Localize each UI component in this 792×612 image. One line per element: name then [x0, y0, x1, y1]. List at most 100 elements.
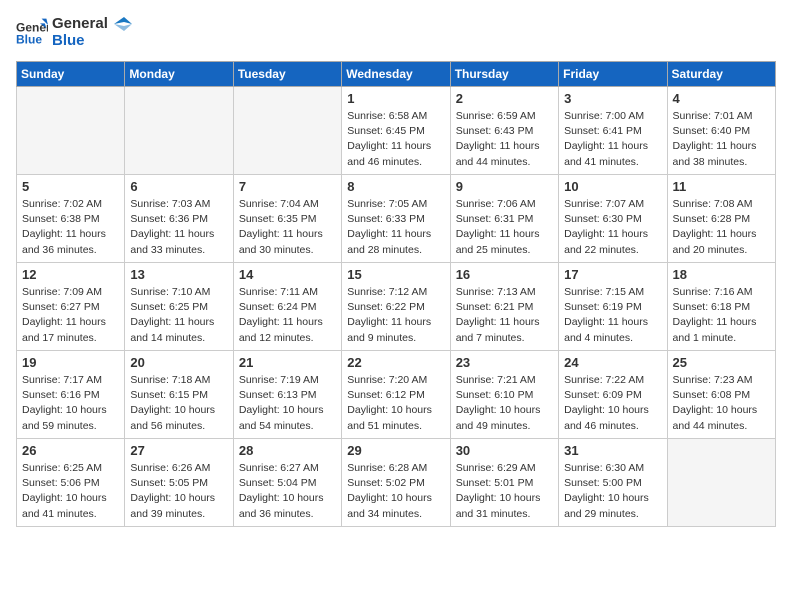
day-info: Sunrise: 6:27 AMSunset: 5:04 PMDaylight:… [239, 461, 336, 522]
calendar-cell: 20 Sunrise: 7:18 AMSunset: 6:15 PMDayligh… [125, 351, 233, 439]
day-info: Sunrise: 7:22 AMSunset: 6:09 PMDaylight:… [564, 373, 661, 434]
calendar-cell: 19 Sunrise: 7:17 AMSunset: 6:16 PMDayligh… [17, 351, 125, 439]
calendar-cell: 5Sunrise: 7:02 AMSunset: 6:38 PMDaylight… [17, 175, 125, 263]
day-info: Sunrise: 7:15 AMSunset: 6:19 PMDaylight:… [564, 285, 661, 346]
weekday-header-row: SundayMondayTuesdayWednesdayThursdayFrid… [17, 62, 776, 87]
day-info: Sunrise: 7:10 AMSunset: 6:25 PMDaylight:… [130, 285, 227, 346]
calendar-cell: 29 Sunrise: 6:28 AMSunset: 5:02 PMDayligh… [342, 439, 450, 527]
calendar-cell: 14Sunrise: 7:11 AMSunset: 6:24 PMDayligh… [233, 263, 341, 351]
day-info: Sunrise: 7:13 AMSunset: 6:21 PMDaylight:… [456, 285, 553, 346]
calendar-cell: 12 Sunrise: 7:09 AMSunset: 6:27 PMDayligh… [17, 263, 125, 351]
calendar-cell: 27 Sunrise: 6:26 AMSunset: 5:05 PMDayligh… [125, 439, 233, 527]
day-info: Sunrise: 7:17 AMSunset: 6:16 PMDaylight:… [22, 373, 119, 434]
logo-general: General [52, 16, 132, 33]
day-info: Sunrise: 7:09 AMSunset: 6:27 PMDaylight:… [22, 285, 119, 346]
weekday-header-sunday: Sunday [17, 62, 125, 87]
day-info: Sunrise: 7:12 AMSunset: 6:22 PMDaylight:… [347, 285, 444, 346]
calendar-cell: 26Sunrise: 6:25 AMSunset: 5:06 PMDayligh… [17, 439, 125, 527]
day-number: 11 [673, 179, 770, 194]
day-info: Sunrise: 7:18 AMSunset: 6:15 PMDaylight:… [130, 373, 227, 434]
day-number: 31 [564, 443, 661, 458]
day-number: 13 [130, 267, 227, 282]
weekday-header-friday: Friday [559, 62, 667, 87]
day-number: 29 [347, 443, 444, 458]
calendar-cell: 24Sunrise: 7:22 AMSunset: 6:09 PMDayligh… [559, 351, 667, 439]
day-info: Sunrise: 7:02 AMSunset: 6:38 PMDaylight:… [22, 197, 119, 258]
day-number: 3 [564, 91, 661, 106]
day-number: 9 [456, 179, 553, 194]
day-info: Sunrise: 6:25 AMSunset: 5:06 PMDaylight:… [22, 461, 119, 522]
day-number: 20 [130, 355, 227, 370]
day-number: 19 [22, 355, 119, 370]
weekday-header-tuesday: Tuesday [233, 62, 341, 87]
day-number: 25 [673, 355, 770, 370]
calendar-cell: 3 Sunrise: 7:00 AMSunset: 6:41 PMDaylight… [559, 87, 667, 175]
calendar-cell [125, 87, 233, 175]
day-info: Sunrise: 7:06 AMSunset: 6:31 PMDaylight:… [456, 197, 553, 258]
day-number: 22 [347, 355, 444, 370]
day-number: 27 [130, 443, 227, 458]
calendar-cell: 13 Sunrise: 7:10 AMSunset: 6:25 PMDayligh… [125, 263, 233, 351]
day-info: Sunrise: 6:58 AMSunset: 6:45 PMDaylight:… [347, 109, 444, 170]
weekday-header-saturday: Saturday [667, 62, 775, 87]
day-info: Sunrise: 7:07 AMSunset: 6:30 PMDaylight:… [564, 197, 661, 258]
day-number: 16 [456, 267, 553, 282]
day-number: 7 [239, 179, 336, 194]
day-number: 17 [564, 267, 661, 282]
day-info: Sunrise: 7:05 AMSunset: 6:33 PMDaylight:… [347, 197, 444, 258]
day-number: 28 [239, 443, 336, 458]
calendar-cell: 18Sunrise: 7:16 AMSunset: 6:18 PMDayligh… [667, 263, 775, 351]
page-header: General Blue General Blue [16, 16, 776, 49]
week-row-1: 1Sunrise: 6:58 AMSunset: 6:45 PMDaylight… [17, 87, 776, 175]
calendar-cell [233, 87, 341, 175]
day-info: Sunrise: 6:26 AMSunset: 5:05 PMDaylight:… [130, 461, 227, 522]
day-info: Sunrise: 6:28 AMSunset: 5:02 PMDaylight:… [347, 461, 444, 522]
calendar-cell: 10Sunrise: 7:07 AMSunset: 6:30 PMDayligh… [559, 175, 667, 263]
calendar-cell: 17 Sunrise: 7:15 AMSunset: 6:19 PMDayligh… [559, 263, 667, 351]
week-row-3: 12 Sunrise: 7:09 AMSunset: 6:27 PMDayligh… [17, 263, 776, 351]
day-info: Sunrise: 7:23 AMSunset: 6:08 PMDaylight:… [673, 373, 770, 434]
logo-icon: General Blue [16, 17, 48, 49]
day-info: Sunrise: 7:03 AMSunset: 6:36 PMDaylight:… [130, 197, 227, 258]
day-info: Sunrise: 6:59 AMSunset: 6:43 PMDaylight:… [456, 109, 553, 170]
day-number: 8 [347, 179, 444, 194]
day-info: Sunrise: 6:30 AMSunset: 5:00 PMDaylight:… [564, 461, 661, 522]
day-info: Sunrise: 7:01 AMSunset: 6:40 PMDaylight:… [673, 109, 770, 170]
calendar-cell: 31 Sunrise: 6:30 AMSunset: 5:00 PMDayligh… [559, 439, 667, 527]
calendar-cell [17, 87, 125, 175]
logo-blue: Blue [52, 33, 132, 50]
day-info: Sunrise: 7:16 AMSunset: 6:18 PMDaylight:… [673, 285, 770, 346]
logo: General Blue General Blue [16, 16, 132, 49]
day-info: Sunrise: 7:21 AMSunset: 6:10 PMDaylight:… [456, 373, 553, 434]
day-number: 15 [347, 267, 444, 282]
day-info: Sunrise: 7:08 AMSunset: 6:28 PMDaylight:… [673, 197, 770, 258]
calendar-cell: 23Sunrise: 7:21 AMSunset: 6:10 PMDayligh… [450, 351, 558, 439]
day-info: Sunrise: 7:04 AMSunset: 6:35 PMDaylight:… [239, 197, 336, 258]
logo-bird-icon [114, 17, 132, 31]
svg-text:Blue: Blue [16, 32, 42, 46]
day-number: 4 [673, 91, 770, 106]
calendar-table: SundayMondayTuesdayWednesdayThursdayFrid… [16, 61, 776, 527]
calendar-cell: 2Sunrise: 6:59 AMSunset: 6:43 PMDaylight… [450, 87, 558, 175]
calendar-cell: 8 Sunrise: 7:05 AMSunset: 6:33 PMDaylight… [342, 175, 450, 263]
calendar-cell: 22 Sunrise: 7:20 AMSunset: 6:12 PMDayligh… [342, 351, 450, 439]
day-number: 6 [130, 179, 227, 194]
day-info: Sunrise: 7:19 AMSunset: 6:13 PMDaylight:… [239, 373, 336, 434]
day-number: 30 [456, 443, 553, 458]
day-number: 12 [22, 267, 119, 282]
calendar-cell: 1Sunrise: 6:58 AMSunset: 6:45 PMDaylight… [342, 87, 450, 175]
calendar-cell: 6 Sunrise: 7:03 AMSunset: 6:36 PMDaylight… [125, 175, 233, 263]
calendar-cell: 11 Sunrise: 7:08 AMSunset: 6:28 PMDayligh… [667, 175, 775, 263]
calendar-cell: 21 Sunrise: 7:19 AMSunset: 6:13 PMDayligh… [233, 351, 341, 439]
calendar-cell: 15 Sunrise: 7:12 AMSunset: 6:22 PMDayligh… [342, 263, 450, 351]
calendar-cell: 16 Sunrise: 7:13 AMSunset: 6:21 PMDayligh… [450, 263, 558, 351]
calendar-cell: 9 Sunrise: 7:06 AMSunset: 6:31 PMDaylight… [450, 175, 558, 263]
day-info: Sunrise: 7:20 AMSunset: 6:12 PMDaylight:… [347, 373, 444, 434]
weekday-header-monday: Monday [125, 62, 233, 87]
calendar-cell: 28 Sunrise: 6:27 AMSunset: 5:04 PMDayligh… [233, 439, 341, 527]
day-info: Sunrise: 7:00 AMSunset: 6:41 PMDaylight:… [564, 109, 661, 170]
day-number: 21 [239, 355, 336, 370]
calendar-cell: 25 Sunrise: 7:23 AMSunset: 6:08 PMDayligh… [667, 351, 775, 439]
week-row-5: 26Sunrise: 6:25 AMSunset: 5:06 PMDayligh… [17, 439, 776, 527]
week-row-2: 5Sunrise: 7:02 AMSunset: 6:38 PMDaylight… [17, 175, 776, 263]
